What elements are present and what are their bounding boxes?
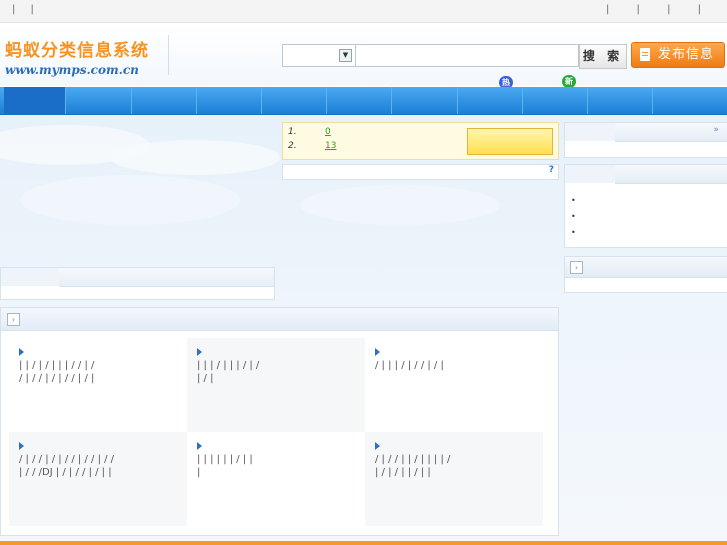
right-panel-tab[interactable] — [565, 165, 616, 183]
nav-item[interactable] — [523, 87, 588, 114]
left-box-tab[interactable] — [1, 268, 60, 286]
search-input[interactable] — [355, 44, 579, 67]
list-item[interactable] — [571, 193, 576, 209]
triangle-right-icon — [19, 348, 24, 356]
post-info-button[interactable]: 发布信息 — [631, 42, 725, 68]
nav-item[interactable] — [132, 87, 197, 114]
triangle-right-icon — [375, 348, 380, 356]
subcategory-links[interactable]: | | / | / | | | / / | / / | / / | / | / … — [19, 359, 184, 385]
search-button[interactable]: 搜 索 — [579, 44, 627, 69]
nav-item[interactable] — [458, 87, 523, 114]
nav-item[interactable] — [327, 87, 392, 114]
list-item[interactable] — [571, 209, 576, 225]
category-block: / | / / | / | / / | / / | / / | / / /DJ … — [9, 432, 187, 526]
subcategory-line[interactable]: / | / / | | / | | | | / — [375, 453, 540, 466]
document-icon — [640, 48, 650, 61]
triangle-right-icon — [19, 442, 24, 450]
category-block: / | | | / | / / | / | — [365, 338, 543, 432]
hot-item-rank: 1. — [288, 127, 297, 137]
subcategory-line[interactable]: | — [197, 466, 362, 479]
subcategory-links[interactable]: / | / / | | / | | | | / | / | / | | / | … — [375, 453, 540, 479]
category-panel: › | | / | / | | | / / | / / | / / | / | … — [0, 307, 559, 536]
category-panel-header: › — [1, 308, 558, 331]
right-panel-header: › — [565, 257, 727, 278]
cloud-decoration — [110, 140, 280, 175]
logo-url: www.mymps.com.cn — [5, 63, 139, 77]
nav-item[interactable] — [66, 87, 132, 114]
cloud-decoration — [300, 185, 500, 225]
subcategory-line[interactable]: | / | / | | / | | — [375, 466, 540, 479]
hot-item[interactable]: 1. 0 — [288, 127, 331, 137]
right-panel-bottom: › — [564, 256, 727, 293]
category-block: / | / / | | / | | | | / | / | / | | / | … — [365, 432, 543, 526]
hot-ranking-panel: 1. 0 2. 13 — [282, 122, 559, 160]
site-logo[interactable]: 蚂蚁分类信息系统 www.mymps.com.cn — [5, 36, 149, 77]
hot-item[interactable]: 2. 13 — [288, 141, 336, 151]
right-panel-top: » — [564, 122, 727, 158]
nav-item[interactable] — [197, 87, 262, 114]
subcategory-links[interactable]: | | | / | | | / | / | / | — [197, 359, 362, 385]
top-bar-right-links[interactable]: | | | | — [606, 4, 713, 15]
right-panel-list — [564, 164, 727, 248]
post-info-label: 发布信息 — [658, 47, 715, 62]
logo-title: 蚂蚁分类信息系统 — [5, 41, 149, 61]
main-nav — [0, 87, 727, 115]
search-category-select[interactable]: ▼ — [282, 44, 356, 67]
nav-item[interactable] — [588, 87, 653, 114]
right-panel-header: » — [615, 123, 727, 142]
subcategory-line[interactable]: / | / / | / | / / | / | — [19, 372, 184, 385]
subcategory-line[interactable]: / | | | / | / / | / | — [375, 359, 540, 372]
cloud-decoration — [20, 175, 240, 225]
subcategory-line[interactable]: | | | / | | | / | / — [197, 359, 362, 372]
yellow-action-button[interactable] — [467, 128, 553, 155]
hot-item-rank: 2. — [288, 141, 297, 151]
triangle-right-icon — [197, 348, 202, 356]
subcategory-links[interactable]: / | | | / | / / | / | — [375, 359, 540, 372]
right-panel-tab[interactable] — [565, 123, 616, 141]
subcategory-line[interactable]: / | / / | / | / / | / / | / / — [19, 453, 184, 466]
category-block: | | | / | | | / | / | / | — [187, 338, 365, 432]
subcategory-line[interactable]: | | | | | | / | | — [197, 453, 362, 466]
nav-item[interactable] — [262, 87, 327, 114]
hot-item-count[interactable]: 0 — [325, 127, 331, 137]
left-info-box — [0, 267, 275, 300]
logo-divider — [168, 35, 169, 75]
help-icon[interactable]: ? — [549, 165, 554, 175]
nav-item-home[interactable] — [4, 87, 66, 114]
top-bar-left-links[interactable]: | | — [12, 4, 40, 15]
right-panel-header — [615, 165, 727, 184]
more-link[interactable]: » — [713, 125, 719, 135]
subcategory-line[interactable]: | / / /DJ | / | / / | / | | — [19, 466, 184, 479]
list-item[interactable] — [571, 225, 576, 241]
left-box-header — [59, 268, 274, 287]
triangle-right-icon — [197, 442, 202, 450]
category-block: | | / | / | | | / / | / / | / / | / | / … — [9, 338, 187, 432]
triangle-right-icon — [375, 442, 380, 450]
subcategory-links[interactable]: / | / / | / | / / | / / | / / | / / /DJ … — [19, 453, 184, 479]
chevron-right-icon[interactable]: › — [570, 261, 583, 274]
nav-item[interactable] — [392, 87, 458, 114]
top-bar: | | | | | | — [0, 0, 727, 23]
right-panel-items — [571, 193, 576, 241]
help-bar: ? — [282, 164, 559, 180]
hot-item-count[interactable]: 13 — [325, 141, 336, 151]
subcategory-line[interactable]: | / | — [197, 372, 362, 385]
chevron-down-icon[interactable]: ▼ — [339, 49, 352, 62]
subcategory-links[interactable]: | | | | | | / | | | — [197, 453, 362, 479]
footer-accent-line — [0, 541, 727, 545]
chevron-right-icon[interactable]: › — [7, 313, 20, 326]
category-block: | | | | | | / | | | — [187, 432, 365, 526]
subcategory-line[interactable]: | | / | / | | | / / | / — [19, 359, 184, 372]
